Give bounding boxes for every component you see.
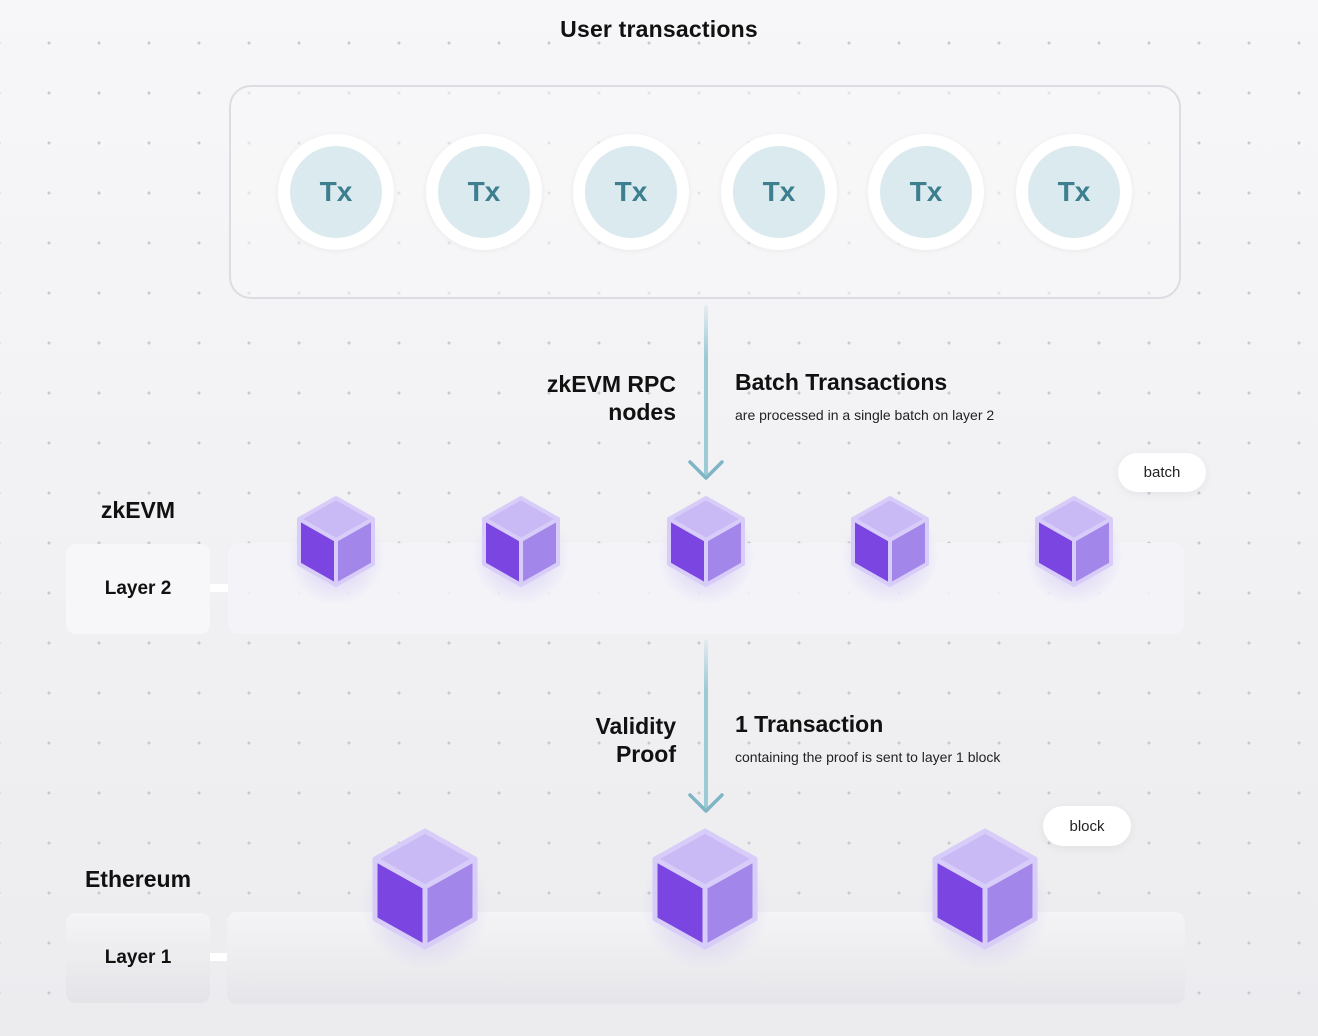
- proof-label-line2: Proof: [615, 741, 676, 767]
- rpc-nodes-label: zkEVM RPC nodes: [470, 370, 676, 426]
- tx-item: Tx: [426, 134, 542, 250]
- validity-proof-label: Validity Proof: [470, 712, 676, 768]
- rpc-label-line2: nodes: [608, 399, 676, 425]
- tx-label: Tx: [1028, 146, 1120, 238]
- batch-info-subtitle: are processed in a single batch on layer…: [735, 407, 995, 423]
- proof-info-subtitle: containing the proof is sent to layer 1 …: [735, 749, 1001, 765]
- layer2-connector: [210, 584, 228, 592]
- tx-item: Tx: [868, 134, 984, 250]
- tx-label: Tx: [733, 146, 825, 238]
- layer1-block-cube-icon: [652, 828, 758, 950]
- tx-label: Tx: [290, 146, 382, 238]
- block-tag-label: block: [1069, 817, 1105, 835]
- batch-info-title: Batch Transactions: [735, 369, 948, 395]
- block-tag: block: [1043, 806, 1131, 846]
- flow-line-to-layer2: [704, 305, 708, 475]
- tx-item: Tx: [573, 134, 689, 250]
- zkevm-chain-label: zkEVM: [100, 497, 176, 523]
- layer1-block-cube-icon: [932, 828, 1038, 950]
- proof-label-line1: Validity: [595, 713, 676, 739]
- arrow-down-icon: [688, 460, 724, 480]
- tx-label: Tx: [880, 146, 972, 238]
- layer1-block-cube-icon: [372, 828, 478, 950]
- layer2-block-cube-icon: [851, 496, 929, 587]
- batch-tag: batch: [1118, 453, 1206, 492]
- proof-info-title: 1 Transaction: [735, 711, 884, 737]
- flow-line-to-layer1: [704, 640, 708, 808]
- layer1-label-box: Layer 1: [66, 913, 210, 1003]
- layer2-block-cube-icon: [482, 496, 560, 587]
- layer2-block-cube-icon: [667, 496, 745, 587]
- diagram-title: User transactions: [560, 16, 758, 42]
- tx-item: Tx: [278, 134, 394, 250]
- layer2-block-cube-icon: [297, 496, 375, 587]
- layer1-connector: [210, 953, 227, 961]
- arrow-down-icon: [688, 793, 724, 813]
- rpc-label-line1: zkEVM RPC: [546, 371, 676, 397]
- layer2-label-box: Layer 2: [66, 544, 210, 634]
- batch-tag-label: batch: [1143, 464, 1181, 481]
- tx-label: Tx: [585, 146, 677, 238]
- tx-label: Tx: [438, 146, 530, 238]
- layer1-label: Layer 1: [104, 947, 172, 968]
- tx-item: Tx: [721, 134, 837, 250]
- layer2-label: Layer 2: [104, 578, 172, 599]
- ethereum-chain-label: Ethereum: [84, 866, 192, 892]
- tx-item: Tx: [1016, 134, 1132, 250]
- layer2-block-cube-icon: [1035, 496, 1113, 587]
